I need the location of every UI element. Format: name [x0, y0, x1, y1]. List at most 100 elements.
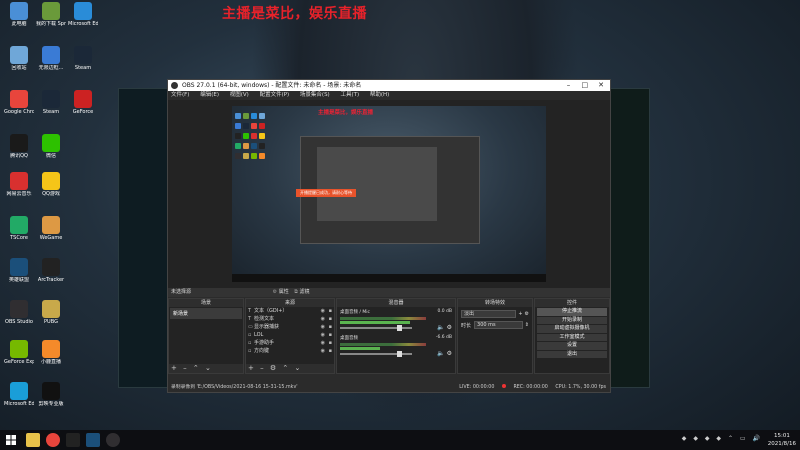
add-source-icon[interactable]: + [248, 364, 254, 372]
start-recording-button[interactable]: 开始录制 [537, 316, 607, 324]
volume-icon[interactable]: 🔊 [753, 435, 760, 442]
virtual-camera-button[interactable]: 启动虚拟摄像机 [537, 325, 607, 333]
exit-button[interactable]: 退出 [537, 350, 607, 358]
eye-icon[interactable]: ◉ [321, 331, 325, 339]
desktop-icon[interactable]: PUBG [36, 300, 66, 325]
eye-icon[interactable]: ◉ [321, 339, 325, 347]
network-icon[interactable]: ▭ [740, 435, 746, 442]
desktop-icon[interactable]: 微信 [36, 134, 66, 159]
lock-icon[interactable]: ▪ [329, 339, 332, 347]
stop-streaming-button[interactable]: 停止推流 [537, 308, 607, 316]
scene-item[interactable]: 新场景 [170, 308, 242, 319]
add-scene-icon[interactable]: + [171, 364, 177, 372]
source-settings-icon[interactable]: ⚙ [270, 364, 276, 372]
tray-app-icon[interactable]: ◆ [682, 435, 687, 442]
desktop-icon[interactable]: 腾讯QQ [4, 134, 34, 159]
move-up-icon[interactable]: ⌃ [193, 364, 199, 372]
desktop-icon[interactable]: ArcTracker [36, 258, 66, 283]
desktop-icon[interactable]: 此电脑 [4, 2, 34, 27]
source-item[interactable]: ▭显示器捕获 ◉ ▪ [246, 323, 334, 331]
move-up-icon[interactable]: ⌃ [282, 364, 288, 372]
menu-tools[interactable]: 工具(T) [340, 92, 359, 98]
desktop-icon[interactable]: Microsoft Edge [4, 382, 34, 407]
volume-slider[interactable] [340, 325, 412, 331]
lock-icon[interactable]: ▪ [329, 347, 332, 355]
menu-scene-collection[interactable]: 场景集合(S) [300, 92, 330, 98]
tray-app-icon[interactable]: ◆ [693, 435, 698, 442]
file-explorer-icon[interactable] [26, 433, 40, 447]
source-item[interactable]: T 文本（GDI+） ◉ ▪ [246, 307, 334, 315]
studio-mode-button[interactable]: 工作室模式 [537, 333, 607, 341]
chrome-icon[interactable] [46, 433, 60, 447]
eye-icon[interactable]: ◉ [321, 347, 325, 355]
menu-help[interactable]: 帮助(H) [370, 92, 389, 98]
add-transition-icon[interactable]: + [518, 311, 522, 317]
desktop-icon[interactable]: QQ游戏 [36, 172, 66, 197]
desktop-icon[interactable]: 我的下载 Sprite [36, 2, 66, 27]
lock-icon[interactable]: ▪ [329, 331, 332, 339]
gear-icon[interactable]: ⚙ [525, 311, 529, 317]
source-item[interactable]: ▫ 手游助手 ◉ ▪ [246, 339, 334, 347]
move-down-icon[interactable]: ⌄ [205, 364, 211, 372]
gear-icon[interactable]: ⚙ [447, 350, 452, 357]
desktop-icon[interactable]: 无限边框... [36, 46, 66, 71]
desktop-icon[interactable]: OBS Studio [4, 300, 34, 325]
remove-scene-icon[interactable]: – [183, 364, 187, 372]
source-item[interactable]: ▫ LOL ◉ ▪ [246, 331, 334, 339]
desktop-icon[interactable]: WeGame [36, 216, 66, 241]
maximize-icon[interactable]: □ [578, 80, 592, 91]
duration-input[interactable]: 300 ms [474, 321, 523, 329]
remove-source-icon[interactable]: – [260, 364, 264, 372]
desktop-icon[interactable]: 回收站 [4, 46, 34, 71]
desktop-icon[interactable]: Steam [68, 46, 98, 71]
desktop-icon[interactable]: TSCore [4, 216, 34, 241]
taskbar-app-icon[interactable] [66, 433, 80, 447]
desktop-icon[interactable]: 小鹿直播 [36, 340, 66, 365]
close-icon[interactable]: ✕ [594, 80, 608, 91]
desktop-icon[interactable]: Steam [36, 90, 66, 115]
filter-icon[interactable]: ⧉ [294, 289, 298, 295]
menu-profile[interactable]: 配置文件(P) [260, 92, 290, 98]
slider-knob[interactable] [397, 325, 402, 331]
desktop-icon[interactable]: Google Chrome [4, 90, 34, 115]
menu-edit[interactable]: 编辑(E) [200, 92, 219, 98]
speaker-icon[interactable]: 🔈 [437, 350, 444, 357]
desktop-icon[interactable]: GeForce Experience [4, 340, 34, 365]
taskbar-clock[interactable]: 15:01 2021/8/16 [768, 432, 796, 448]
lock-icon[interactable]: ▪ [329, 307, 332, 315]
menu-view[interactable]: 视图(V) [230, 92, 249, 98]
desktop-icon[interactable]: 网易云音乐 [4, 172, 34, 197]
lock-icon[interactable]: ▪ [329, 315, 332, 323]
desktop-icon[interactable]: 剪映专业版 [36, 382, 66, 407]
desktop-icon[interactable]: GeForce [68, 90, 98, 115]
eye-icon[interactable]: ◉ [321, 323, 325, 331]
tray-app-icon[interactable]: ◆ [705, 435, 710, 442]
stepper-icon[interactable]: ⇕ [525, 322, 529, 328]
stream-preview[interactable]: 主播是菜比，娱乐直播 开播提醒已成功，请耐心等待 [232, 106, 546, 282]
volume-slider[interactable] [340, 351, 412, 357]
chevron-up-icon[interactable]: ⌃ [728, 435, 733, 442]
menu-file[interactable]: 文件(F) [171, 92, 189, 98]
speaker-icon[interactable]: 🔈 [437, 324, 444, 331]
lol-client-icon[interactable] [86, 433, 100, 447]
gear-icon[interactable]: ⚙ [447, 324, 452, 331]
properties-button[interactable]: 属性 [279, 289, 289, 295]
source-item[interactable]: T 检测文本 ◉ ▪ [246, 315, 334, 323]
minimize-icon[interactable]: – [562, 80, 576, 91]
tray-app-icon[interactable]: ◆ [716, 435, 721, 442]
eye-icon[interactable]: ◉ [321, 307, 325, 315]
desktop-icon[interactable]: Microsoft Edge [68, 2, 98, 27]
windows-start-icon[interactable] [6, 435, 16, 445]
move-down-icon[interactable]: ⌄ [294, 364, 300, 372]
slider-knob[interactable] [397, 351, 402, 357]
gear-icon[interactable]: ⚙ [273, 289, 277, 295]
transition-type-select[interactable]: 淡出 [461, 310, 517, 318]
obs-titlebar[interactable]: OBS 27.0.1 (64-bit, windows) - 配置文件: 未命名… [168, 80, 610, 91]
obs-taskbar-icon[interactable] [106, 433, 120, 447]
obs-window[interactable]: OBS 27.0.1 (64-bit, windows) - 配置文件: 未命名… [167, 79, 611, 393]
eye-icon[interactable]: ◉ [321, 315, 325, 323]
filters-button[interactable]: 滤镜 [299, 289, 309, 295]
desktop-icon[interactable]: 英雄联盟 [4, 258, 34, 283]
settings-button[interactable]: 设置 [537, 342, 607, 350]
lock-icon[interactable]: ▪ [329, 323, 332, 331]
